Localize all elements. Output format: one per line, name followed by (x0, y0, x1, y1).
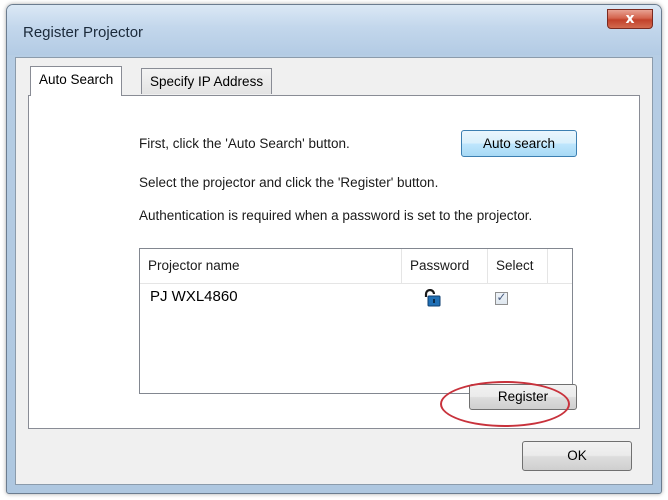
dialog-client-area: Auto Search Specify IP Address First, cl… (15, 57, 653, 485)
tab-specify-ip-address[interactable]: Specify IP Address (141, 68, 273, 94)
auto-search-button[interactable]: Auto search (461, 130, 577, 157)
title-bar: Register Projector x (7, 5, 661, 55)
register-button[interactable]: Register (469, 384, 577, 410)
instruction-select-projector: Select the projector and click the 'Regi… (139, 175, 439, 190)
close-icon: x (625, 11, 635, 27)
column-header-projector-name[interactable]: Projector name (140, 249, 402, 283)
tab-auto-search[interactable]: Auto Search (30, 66, 123, 96)
projector-name-cell: PJ WXL4860 (150, 288, 238, 305)
ok-button[interactable]: OK (522, 441, 632, 471)
auto-search-panel: First, click the 'Auto Search' button. A… (28, 95, 640, 429)
select-checkbox[interactable]: ✓ (495, 290, 508, 305)
column-header-password[interactable]: Password (402, 249, 488, 283)
projector-list-header: Projector name Password Select (140, 249, 572, 284)
window-title: Register Projector (23, 24, 144, 41)
instruction-click-auto-search: First, click the 'Auto Search' button. (139, 136, 350, 151)
lock-icon (422, 288, 442, 307)
register-projector-dialog: Register Projector x Auto Search Specify… (6, 4, 662, 494)
checkmark-icon: ✓ (496, 290, 507, 304)
projector-list[interactable]: Projector name Password Select PJ WXL486… (139, 248, 573, 394)
close-button[interactable]: x (607, 9, 653, 29)
instruction-authentication: Authentication is required when a passwo… (139, 208, 533, 223)
column-header-select[interactable]: Select (488, 249, 548, 283)
list-item[interactable]: PJ WXL4860 ✓ (140, 285, 572, 309)
